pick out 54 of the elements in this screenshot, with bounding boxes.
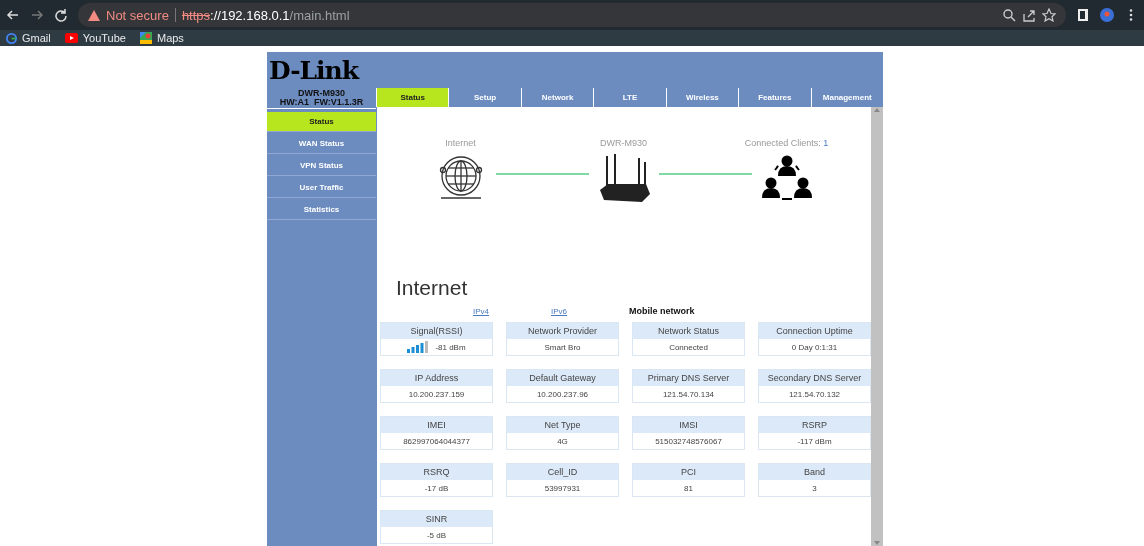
sidebar-icon[interactable]	[1076, 8, 1090, 22]
field-label: Connection Uptime	[759, 323, 870, 339]
field-label: Cell_ID	[507, 464, 618, 480]
node-label: Connected Clients: 1	[744, 138, 829, 148]
sub-tab[interactable]: IPv4	[473, 306, 551, 316]
play-icon	[64, 33, 78, 43]
field-label: Net Type	[507, 417, 618, 433]
field-label: Signal(RSSI)	[381, 323, 492, 339]
address-bar[interactable]: Not secure https://192.168.0.1/main.html	[78, 3, 1066, 27]
reload-icon[interactable]	[54, 8, 68, 22]
nav-tab[interactable]: Wireless	[666, 88, 739, 107]
nav-tab[interactable]: Management	[811, 88, 883, 107]
field-label: Default Gateway	[507, 370, 618, 386]
nav-tab[interactable]: Network	[521, 88, 594, 107]
bookmark[interactable]: Gmail	[6, 32, 51, 44]
nav-tab[interactable]: Features	[739, 88, 811, 107]
forward-icon[interactable]	[30, 8, 44, 22]
bookmark[interactable]: Maps	[139, 32, 184, 44]
users-icon	[760, 154, 813, 202]
node-label: Internet	[445, 138, 476, 148]
avatar-icon[interactable]	[1100, 8, 1114, 22]
warning-icon	[88, 9, 100, 21]
node-label: DWR-M930	[600, 138, 647, 148]
zoom-icon[interactable]	[1002, 8, 1016, 22]
field-label: Band	[759, 464, 870, 480]
bookmark[interactable]: YouTube	[64, 32, 126, 44]
sub-tab[interactable]: IPv6	[551, 306, 629, 316]
field-label: Primary DNS Server	[633, 370, 744, 386]
section-title: Internet	[396, 276, 469, 300]
sub-tab[interactable]: Mobile network	[629, 306, 695, 316]
logo: D-Link	[269, 55, 359, 85]
url-text: https://192.168.0.1/main.html	[181, 7, 350, 23]
back-icon[interactable]	[6, 8, 20, 22]
nav-tab[interactable]: LTE	[594, 88, 666, 107]
field-label: Network Status	[633, 323, 744, 339]
google-icon	[6, 32, 17, 44]
field-label: IMEI	[381, 417, 492, 433]
field-label: Secondary DNS Server	[759, 370, 870, 386]
nav-tab[interactable]: Status	[377, 88, 449, 107]
field-label: PCI	[633, 464, 744, 480]
sidebar-item[interactable]: Status	[267, 112, 376, 132]
field-label: RSRQ	[381, 464, 492, 480]
security-label: Not secure	[106, 7, 169, 23]
signal-icon	[407, 341, 430, 353]
field-label: RSRP	[759, 417, 870, 433]
map-icon	[139, 32, 152, 44]
nav-tab[interactable]: Setup	[449, 88, 521, 107]
model-info: DWR-M930 HW:A1 FW:V1.1.3R	[267, 88, 376, 109]
field-label: SINR	[381, 511, 492, 527]
star-icon[interactable]	[1042, 8, 1056, 22]
field-label: Network Provider	[507, 323, 618, 339]
share-icon[interactable]	[1022, 8, 1036, 22]
field-label: IP Address	[381, 370, 492, 386]
field-label: IMSI	[633, 417, 744, 433]
